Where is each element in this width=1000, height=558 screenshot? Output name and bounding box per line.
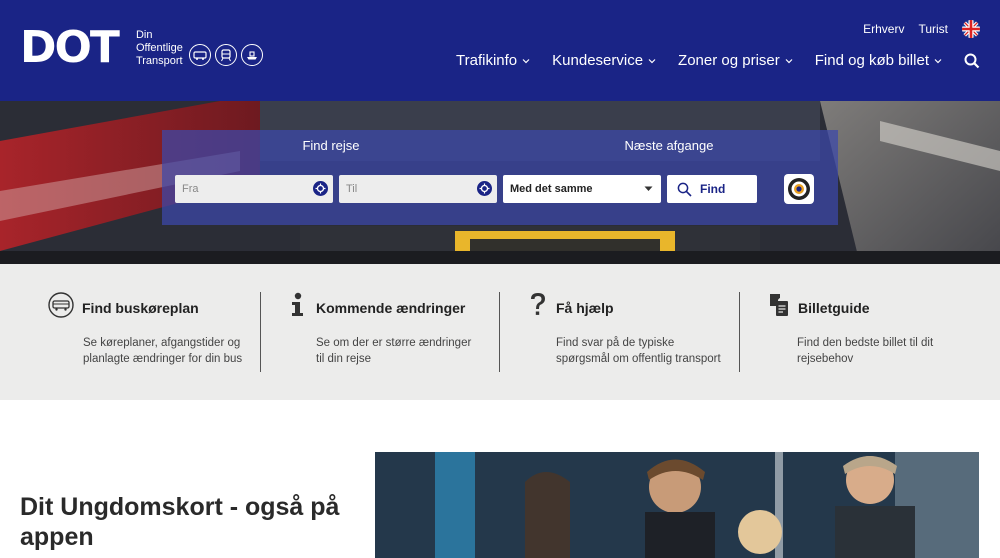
question-icon xyxy=(528,292,548,323)
logo-line-3: Transport xyxy=(135,54,183,67)
quick-link-desc: Find den bedste billet til dit rejsebeho… xyxy=(797,337,934,365)
promo-image[interactable] xyxy=(375,452,979,558)
journey-search-panel: Find rejse Næste afgange Med det samme xyxy=(162,130,838,225)
dot-logo[interactable]: DOT Din Offentlige Transport xyxy=(20,22,183,73)
uk-flag-icon[interactable] xyxy=(962,20,980,38)
train-icon xyxy=(215,44,237,66)
site-header: DOT Din Offentlige Transport Erhverv Tur… xyxy=(0,0,1000,101)
quick-link-title: Find buskøreplan xyxy=(82,299,199,316)
ferry-icon xyxy=(241,44,263,66)
to-input[interactable] xyxy=(339,175,497,203)
divider xyxy=(260,292,261,372)
chevron-down-icon xyxy=(785,58,793,63)
nav-zoner-og-priser[interactable]: Zoner og priser xyxy=(678,52,793,69)
quick-link-billetguide[interactable]: Billetguide Find den bedste billet til d… xyxy=(768,292,962,367)
rejseplanen-logo-icon[interactable] xyxy=(784,174,814,204)
quick-link-desc: Find svar på de typiske spørgsmål om off… xyxy=(556,337,721,365)
logo-text: Din Offentlige Transport xyxy=(136,29,183,68)
quick-links: Find buskøreplan Se køreplaner, afgangst… xyxy=(0,264,1000,400)
promo-title: Dit Ungdomskort - også på appen xyxy=(20,493,340,551)
logo-mark: DOT xyxy=(20,22,120,73)
ticket-icon xyxy=(768,292,790,323)
link-turist[interactable]: Turist xyxy=(918,22,948,36)
from-field xyxy=(175,175,333,203)
locate-icon[interactable] xyxy=(477,181,492,196)
nav-label: Zoner og priser xyxy=(678,52,780,69)
search-icon[interactable] xyxy=(964,53,980,69)
link-erhverv[interactable]: Erhverv xyxy=(863,22,904,36)
find-label: Find xyxy=(700,182,726,196)
chevron-down-icon xyxy=(648,58,656,63)
to-field xyxy=(339,175,497,203)
promo-photo xyxy=(375,452,979,558)
from-input[interactable] xyxy=(175,175,333,203)
divider xyxy=(499,292,500,372)
nav-label: Kundeservice xyxy=(552,52,644,69)
quick-link-title: Kommende ændringer xyxy=(316,299,466,316)
caret-down-icon xyxy=(644,186,653,191)
quick-link-buskoreplan[interactable]: Find buskøreplan Se køreplaner, afgangst… xyxy=(48,292,248,367)
top-links: Erhverv Turist xyxy=(863,20,980,38)
bus-icon xyxy=(48,292,74,323)
tab-find-rejse[interactable]: Find rejse xyxy=(162,130,500,170)
quick-link-faa-hjaelp[interactable]: Få hjælp Find svar på de typiske spørgsm… xyxy=(528,292,721,367)
divider xyxy=(739,292,740,372)
quick-link-title: Billetguide xyxy=(798,299,870,316)
find-button[interactable]: Find xyxy=(667,175,757,203)
info-icon xyxy=(288,292,308,323)
nav-trafikinfo[interactable]: Trafikinfo xyxy=(456,52,530,69)
search-fields: Med det samme Find xyxy=(175,175,757,203)
chevron-down-icon xyxy=(934,58,942,63)
departure-time-value: Med det samme xyxy=(510,183,593,195)
tab-naeste-afgange[interactable]: Næste afgange xyxy=(500,130,838,170)
logo-line-2: Offentlige xyxy=(135,41,183,54)
nav-label: Trafikinfo xyxy=(456,52,518,69)
logo-line-1: Din xyxy=(135,28,153,41)
quick-link-kommende-aendringer[interactable]: Kommende ændringer Se om der er større æ… xyxy=(288,292,481,367)
nav-kundeservice[interactable]: Kundeservice xyxy=(552,52,656,69)
search-tabs: Find rejse Næste afgange xyxy=(162,130,838,170)
transport-icons xyxy=(189,44,263,66)
chevron-down-icon xyxy=(522,58,530,63)
nav-label: Find og køb billet xyxy=(814,52,929,69)
search-icon xyxy=(677,182,692,197)
main-nav: Trafikinfo Kundeservice Zoner og priser … xyxy=(456,52,980,69)
nav-find-og-koeb-billet[interactable]: Find og køb billet xyxy=(815,52,942,69)
bus-icon xyxy=(189,44,211,66)
hero-banner: Find rejse Næste afgange Med det samme xyxy=(0,101,1000,264)
locate-icon[interactable] xyxy=(313,181,328,196)
quick-link-desc: Se køreplaner, afgangstider og planlagte… xyxy=(83,337,243,365)
quick-link-desc: Se om der er større ændringer til din re… xyxy=(316,337,472,365)
quick-link-title: Få hjælp xyxy=(556,299,614,316)
departure-time-select[interactable]: Med det samme xyxy=(503,175,661,203)
